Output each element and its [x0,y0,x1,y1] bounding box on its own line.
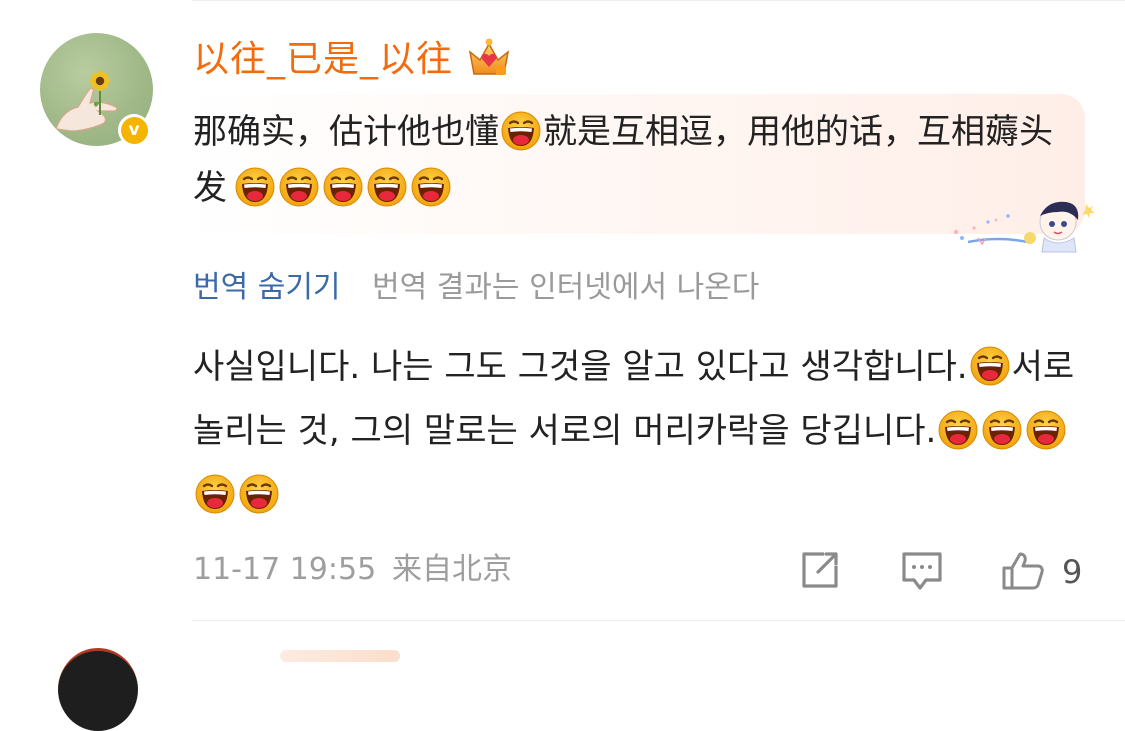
decorative-sticker-image [953,201,1095,253]
laughing-face-emoji [367,167,407,207]
comment-icon [902,552,942,590]
laughing-face-emoji [501,111,541,151]
verified-badge-icon: v [118,114,150,146]
laughing-face-emoji [982,410,1022,450]
laughing-face-emoji [195,474,235,514]
laughing-face-emoji [1026,410,1066,450]
reply-button[interactable] [900,548,944,592]
like-count: 9 [1062,553,1083,591]
translated-text: 사실입니다. 나는 그도 그것을 알고 있다고 생각합니다. 서로 놀리는 것, … [193,335,1093,527]
comment-timestamp: 11-17 19:55 [193,552,377,587]
laughing-face-emoji [239,474,279,514]
laughing-face-emoji [279,167,319,207]
sunflower-icon [90,71,110,115]
translation-source-note: 번역 결과는 인터넷에서 나온다 [372,270,760,305]
comment-text-part1: 那确实，估计他也懂 [193,112,499,152]
laughing-face-emoji [938,410,978,450]
laughing-face-emoji [235,167,275,207]
share-icon [802,552,838,588]
top-divider [192,0,1125,1]
laughing-face-emoji [323,167,363,207]
translated-text-part1: 사실입니다. 나는 그도 그것을 알고 있다고 생각합니다. [193,347,968,387]
share-button[interactable] [798,548,842,592]
comment-divider [192,620,1125,621]
like-button[interactable] [1000,548,1044,592]
thumbs-up-icon [1002,552,1044,590]
laughing-face-emoji [970,346,1010,386]
hide-translation-link[interactable]: 번역 숨기기 [193,268,341,308]
username[interactable]: 以往_已是_以往 [193,36,453,84]
crown-icon [468,38,510,75]
comment-location: 来自北京 [392,552,512,587]
comment-text: 那确实，估计他也懂 就是互相逗，用他的话，互相薅头发 [193,104,1073,216]
next-comment-username-peek [280,650,400,662]
next-comment-avatar[interactable] [58,648,138,731]
laughing-face-emoji [411,167,451,207]
